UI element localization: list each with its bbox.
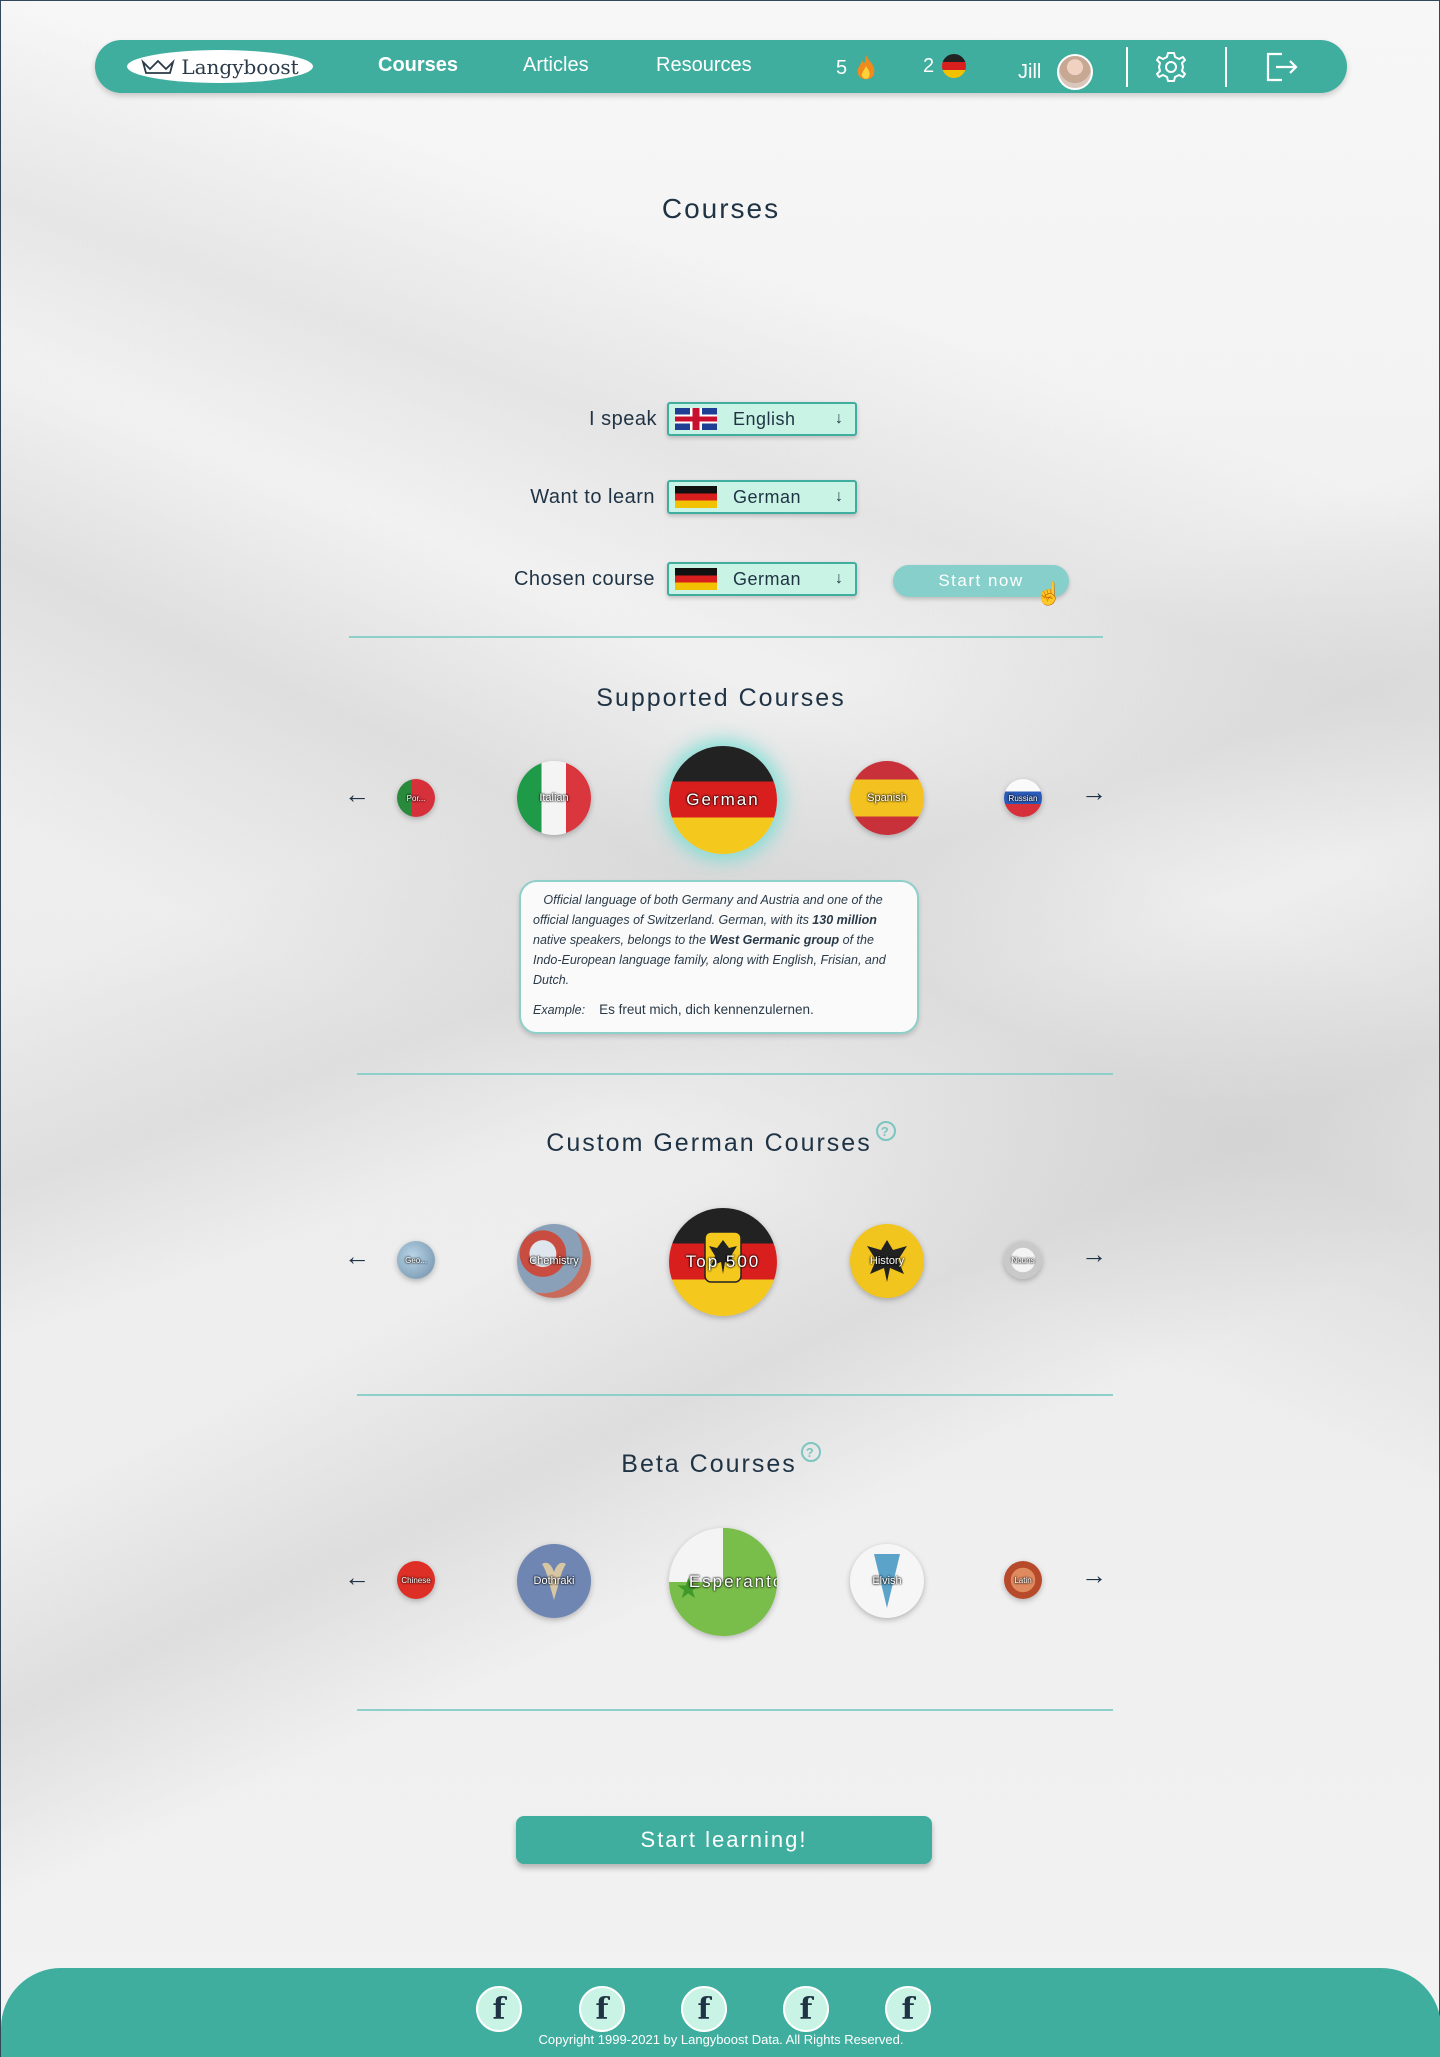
streak-counter[interactable]: 5	[836, 54, 877, 82]
divider	[357, 1709, 1113, 1711]
course-label: Chosen course	[513, 568, 655, 590]
gear-icon[interactable]	[1154, 50, 1188, 84]
speak-language-value: English	[733, 408, 796, 429]
course-description: Official language of both Germany and Au…	[519, 880, 919, 1034]
course-russian[interactable]: Russian	[1004, 779, 1042, 817]
course-spanish[interactable]: Spanish	[850, 761, 924, 835]
arrow-down-icon: ↓	[835, 488, 844, 505]
nav-divider	[1225, 47, 1227, 87]
course-esperanto[interactable]: ★ Esperanto	[669, 1528, 777, 1636]
course-portuguese[interactable]: Por...	[397, 779, 435, 817]
description-example: Example: Es freut mich, dich kennenzulern…	[533, 1002, 814, 1017]
avatar	[1057, 54, 1094, 90]
learn-label: Want to learn	[530, 486, 655, 508]
chosen-course-select[interactable]: German ↓	[667, 562, 857, 596]
nav-divider	[1126, 47, 1128, 87]
user-name: Jill	[1018, 60, 1042, 83]
nav-resources-link[interactable]: Resources	[656, 54, 752, 77]
arrow-right-icon[interactable]: →	[1079, 1560, 1109, 1591]
course-top-500[interactable]: Top 500	[669, 1208, 777, 1316]
course-italian[interactable]: Italian	[517, 761, 591, 835]
help-icon[interactable]: ?	[800, 1442, 821, 1462]
learn-language-select[interactable]: German ↓	[667, 480, 857, 514]
arrow-left-icon[interactable]: ←	[342, 1562, 372, 1593]
speak-label: I speak	[589, 408, 657, 430]
copyright-text: Copyright 1999-2021 by Langyboost Data. …	[538, 2032, 904, 2047]
footer: f f f f f Copyright 1999-2021 by Langybo…	[1, 1968, 1440, 2057]
streak-count: 5	[836, 56, 848, 79]
page-title: Courses	[661, 193, 781, 224]
supported-courses-title: Supported Courses	[596, 684, 846, 712]
logo[interactable]: Langyboost	[127, 50, 313, 83]
divider	[357, 1073, 1113, 1075]
divider	[357, 1394, 1113, 1396]
facebook-icon[interactable]: f	[476, 1986, 522, 2032]
chosen-course-value: German	[733, 568, 802, 589]
german-flag-icon	[675, 568, 717, 590]
course-latin[interactable]: Latin	[1004, 1561, 1042, 1599]
arrow-right-icon[interactable]: →	[1079, 777, 1109, 808]
crown-icon	[141, 58, 176, 74]
logo-text: Langyboost	[181, 54, 299, 79]
course-german[interactable]: German	[669, 746, 777, 854]
course-geography[interactable]: Geo...	[397, 1241, 435, 1279]
arrow-down-icon: ↓	[835, 410, 844, 427]
facebook-icon[interactable]: f	[579, 1986, 625, 2032]
user-profile[interactable]: Jill	[1018, 54, 1094, 90]
course-history[interactable]: History	[850, 1224, 924, 1298]
facebook-icon[interactable]: f	[885, 1986, 931, 2032]
beta-courses-title: Beta Courses?	[1, 1442, 1440, 1479]
nav-courses-link[interactable]: Courses	[378, 54, 458, 77]
fire-icon	[857, 55, 875, 80]
custom-courses-title: Custom German Courses?	[1, 1121, 1440, 1158]
german-flag-icon	[942, 54, 967, 78]
facebook-icon[interactable]: f	[681, 1986, 727, 2032]
help-icon[interactable]: ?	[875, 1121, 896, 1141]
languages-count: 2	[923, 54, 935, 77]
description-text: Official language of both Germany and Au…	[533, 893, 886, 987]
learn-language-value: German	[733, 486, 802, 507]
logout-icon[interactable]	[1264, 50, 1300, 84]
uk-flag-icon	[675, 408, 717, 430]
arrow-left-icon[interactable]: ←	[342, 779, 372, 810]
start-learning-button[interactable]: Start learning!	[516, 1816, 932, 1864]
course-nouns[interactable]: Nouns	[1004, 1241, 1042, 1279]
course-elvish[interactable]: Elvish	[850, 1544, 924, 1618]
arrow-down-icon: ↓	[835, 570, 844, 587]
course-dothraki[interactable]: Dothraki	[517, 1544, 591, 1618]
top-navbar: Langyboost Courses Articles Resources 5 …	[95, 40, 1347, 93]
facebook-icon[interactable]: f	[783, 1986, 829, 2032]
german-flag-icon	[675, 486, 717, 508]
languages-counter[interactable]: 2	[923, 54, 967, 78]
arrow-right-icon[interactable]: →	[1079, 1239, 1109, 1270]
divider	[349, 636, 1103, 638]
nav-articles-link[interactable]: Articles	[523, 54, 589, 77]
speak-language-select[interactable]: English ↓	[667, 402, 857, 436]
pointer-cursor-icon: ☝	[1035, 581, 1063, 606]
arrow-left-icon[interactable]: ←	[342, 1241, 372, 1272]
course-chinese[interactable]: Chinese	[397, 1561, 435, 1599]
course-chemistry[interactable]: Chemistry	[517, 1224, 591, 1298]
